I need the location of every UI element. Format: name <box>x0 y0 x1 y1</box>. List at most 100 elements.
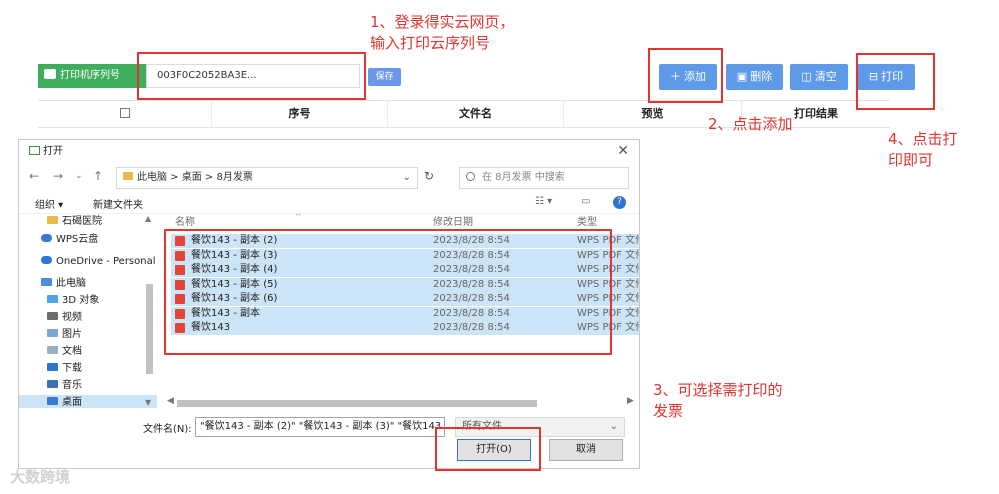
navigation-pane: 石碣医院 WPS云盘 OneDrive - Personal 此电脑 3D 对象… <box>19 214 157 408</box>
app-icon <box>29 146 40 155</box>
scroll-right-icon[interactable]: ▶ <box>627 396 634 406</box>
instruction-step-4-line-1: 4、点击打 <box>888 130 958 148</box>
folder-icon <box>47 216 58 224</box>
scroll-up-icon[interactable]: ▲ <box>145 214 151 223</box>
sidebar-item-shijie-hospital[interactable]: 石碣医院 <box>19 214 157 230</box>
instruction-step-1-line-1: 1、登录得实云网页， <box>370 13 515 31</box>
sidebar-item-wps-cloud[interactable]: WPS云盘 <box>19 232 157 248</box>
view-options-icon[interactable]: ☷ ▾ <box>535 196 552 207</box>
sort-caret-icon: ^ <box>295 214 302 221</box>
clear-button-label: 清空 <box>814 70 837 83</box>
sidebar-item-desktop[interactable]: 桌面 <box>19 395 157 408</box>
select-all-checkbox[interactable] <box>119 108 130 118</box>
sidebar-item-label: 文档 <box>62 346 82 357</box>
search-input[interactable]: 在 8月发票 中搜索 <box>459 167 629 189</box>
sidebar-item-music[interactable]: 音乐 <box>19 378 157 394</box>
new-folder-button[interactable]: 新建文件夹 <box>93 196 143 211</box>
file-list-hscrollbar[interactable]: ◀ ▶ <box>165 396 639 410</box>
folder-icon <box>123 172 133 180</box>
highlight-print-button <box>856 53 935 110</box>
highlight-add-button <box>648 48 723 103</box>
sidebar-item-this-pc[interactable]: 此电脑 <box>19 276 157 292</box>
dialog-title: 打开 <box>43 146 63 157</box>
cancel-button[interactable]: 取消 <box>549 439 623 461</box>
scrollbar-thumb[interactable] <box>146 284 153 374</box>
instruction-step-1: 1、登录得实云网页， 输入打印云序列号 <box>370 12 515 54</box>
instruction-step-2: 2、点击添加 <box>708 115 793 133</box>
sidebar-item-pictures[interactable]: 图片 <box>19 327 157 343</box>
refresh-icon[interactable]: ↻ <box>424 169 434 183</box>
chevron-down-icon: ⌄ <box>609 421 618 432</box>
navigation-bar: ← → ⌄ ↑ 此电脑 > 桌面 > 8月发票 ⌄ ↻ 在 8月发票 中搜索 <box>19 164 639 192</box>
instruction-step-3-line-2: 发票 <box>653 402 684 420</box>
search-placeholder: 在 8月发票 中搜索 <box>482 172 565 183</box>
delete-button-label: 删除 <box>750 70 773 83</box>
instruction-step-1-line-2: 输入打印云序列号 <box>370 34 491 52</box>
serial-label-text: 打印机序列号 <box>60 70 120 81</box>
sidebar-item-downloads[interactable]: 下载 <box>19 361 157 377</box>
column-header-filename: 文件名 <box>388 101 564 127</box>
sidebar-item-label: WPS云盘 <box>56 234 99 245</box>
organize-menu[interactable]: 组织 ▾ <box>35 196 63 211</box>
sidebar-item-label: 石碣医院 <box>62 216 102 227</box>
sidebar-item-videos[interactable]: 视频 <box>19 310 157 326</box>
scroll-down-icon[interactable]: ▼ <box>145 398 151 407</box>
eraser-icon: ◫ <box>801 70 812 83</box>
instruction-step-3: 3、可选择需打印的 发票 <box>653 380 783 422</box>
instruction-step-3-line-1: 3、可选择需打印的 <box>653 381 783 399</box>
breadcrumb-folder[interactable]: 8月发票 <box>217 172 253 183</box>
sidebar-item-label: 音乐 <box>62 380 82 391</box>
save-button[interactable]: 保存 <box>368 68 401 86</box>
computer-icon <box>41 278 52 286</box>
dialog-titlebar: 打开 <box>19 140 639 164</box>
clear-button[interactable]: ◫ 清空 <box>790 64 848 90</box>
highlight-selected-files <box>164 229 612 355</box>
cloud-icon <box>41 234 52 242</box>
sidebar-item-label: 图片 <box>62 329 82 340</box>
sidebar-item-label: OneDrive - Personal <box>56 256 156 267</box>
sidebar-item-label: 3D 对象 <box>62 295 100 306</box>
serial-number-label: 打印机序列号 <box>38 64 146 88</box>
preview-pane-icon[interactable]: ▭ <box>581 196 590 207</box>
desktop-icon <box>47 397 58 405</box>
select-all-checkbox-cell[interactable] <box>38 101 212 127</box>
back-arrow-icon[interactable]: ← <box>29 169 39 183</box>
sidebar-item-documents[interactable]: 文档 <box>19 344 157 360</box>
command-bar: 组织 ▾ 新建文件夹 ☷ ▾ ▭ ? <box>19 192 639 214</box>
breadcrumb-desktop[interactable]: 桌面 <box>182 172 202 183</box>
filename-label: 文件名(N): <box>143 424 192 435</box>
delete-button[interactable]: ▣ 删除 <box>726 64 783 90</box>
sidebar-scrollbar[interactable]: ▲ ▼ <box>143 214 155 410</box>
help-icon[interactable]: ? <box>613 196 626 209</box>
cube-icon <box>47 295 58 303</box>
sidebar-item-onedrive[interactable]: OneDrive - Personal <box>19 254 157 270</box>
filename-input[interactable]: "餐饮143 - 副本 (2)" "餐饮143 - 副本 (3)" "餐饮143… <box>195 417 445 437</box>
forward-arrow-icon[interactable]: → <box>53 169 63 183</box>
up-arrow-icon[interactable]: ↑ <box>93 169 103 183</box>
breadcrumb-pc[interactable]: 此电脑 <box>137 172 167 183</box>
close-icon[interactable]: ✕ <box>617 143 629 159</box>
recent-dropdown-icon[interactable]: ⌄ <box>75 171 83 181</box>
scroll-left-icon[interactable]: ◀ <box>167 396 174 406</box>
column-header-seq: 序号 <box>212 101 388 127</box>
breadcrumb[interactable]: 此电脑 > 桌面 > 8月发票 ⌄ <box>116 167 418 189</box>
document-icon <box>47 346 58 354</box>
scrollbar-thumb[interactable] <box>177 400 537 407</box>
video-icon <box>47 312 58 320</box>
sidebar-item-label: 桌面 <box>62 397 82 408</box>
sidebar-item-3d-objects[interactable]: 3D 对象 <box>19 293 157 309</box>
trash-icon: ▣ <box>736 70 748 83</box>
picture-icon <box>47 329 58 337</box>
search-icon <box>466 172 475 181</box>
sidebar-item-label: 视频 <box>62 312 82 323</box>
sidebar-item-label: 下载 <box>62 363 82 374</box>
music-icon <box>47 380 58 388</box>
instruction-step-4: 4、点击打印即可 <box>888 129 958 171</box>
instruction-step-4-line-2: 印即可 <box>888 151 934 169</box>
highlight-open-button <box>435 427 541 471</box>
highlight-serial-input <box>137 52 366 100</box>
onedrive-icon <box>41 256 52 264</box>
chevron-down-icon[interactable]: ⌄ <box>403 168 411 188</box>
sidebar-item-label: 此电脑 <box>56 278 86 289</box>
watermark: 大数跨境 <box>10 468 71 486</box>
